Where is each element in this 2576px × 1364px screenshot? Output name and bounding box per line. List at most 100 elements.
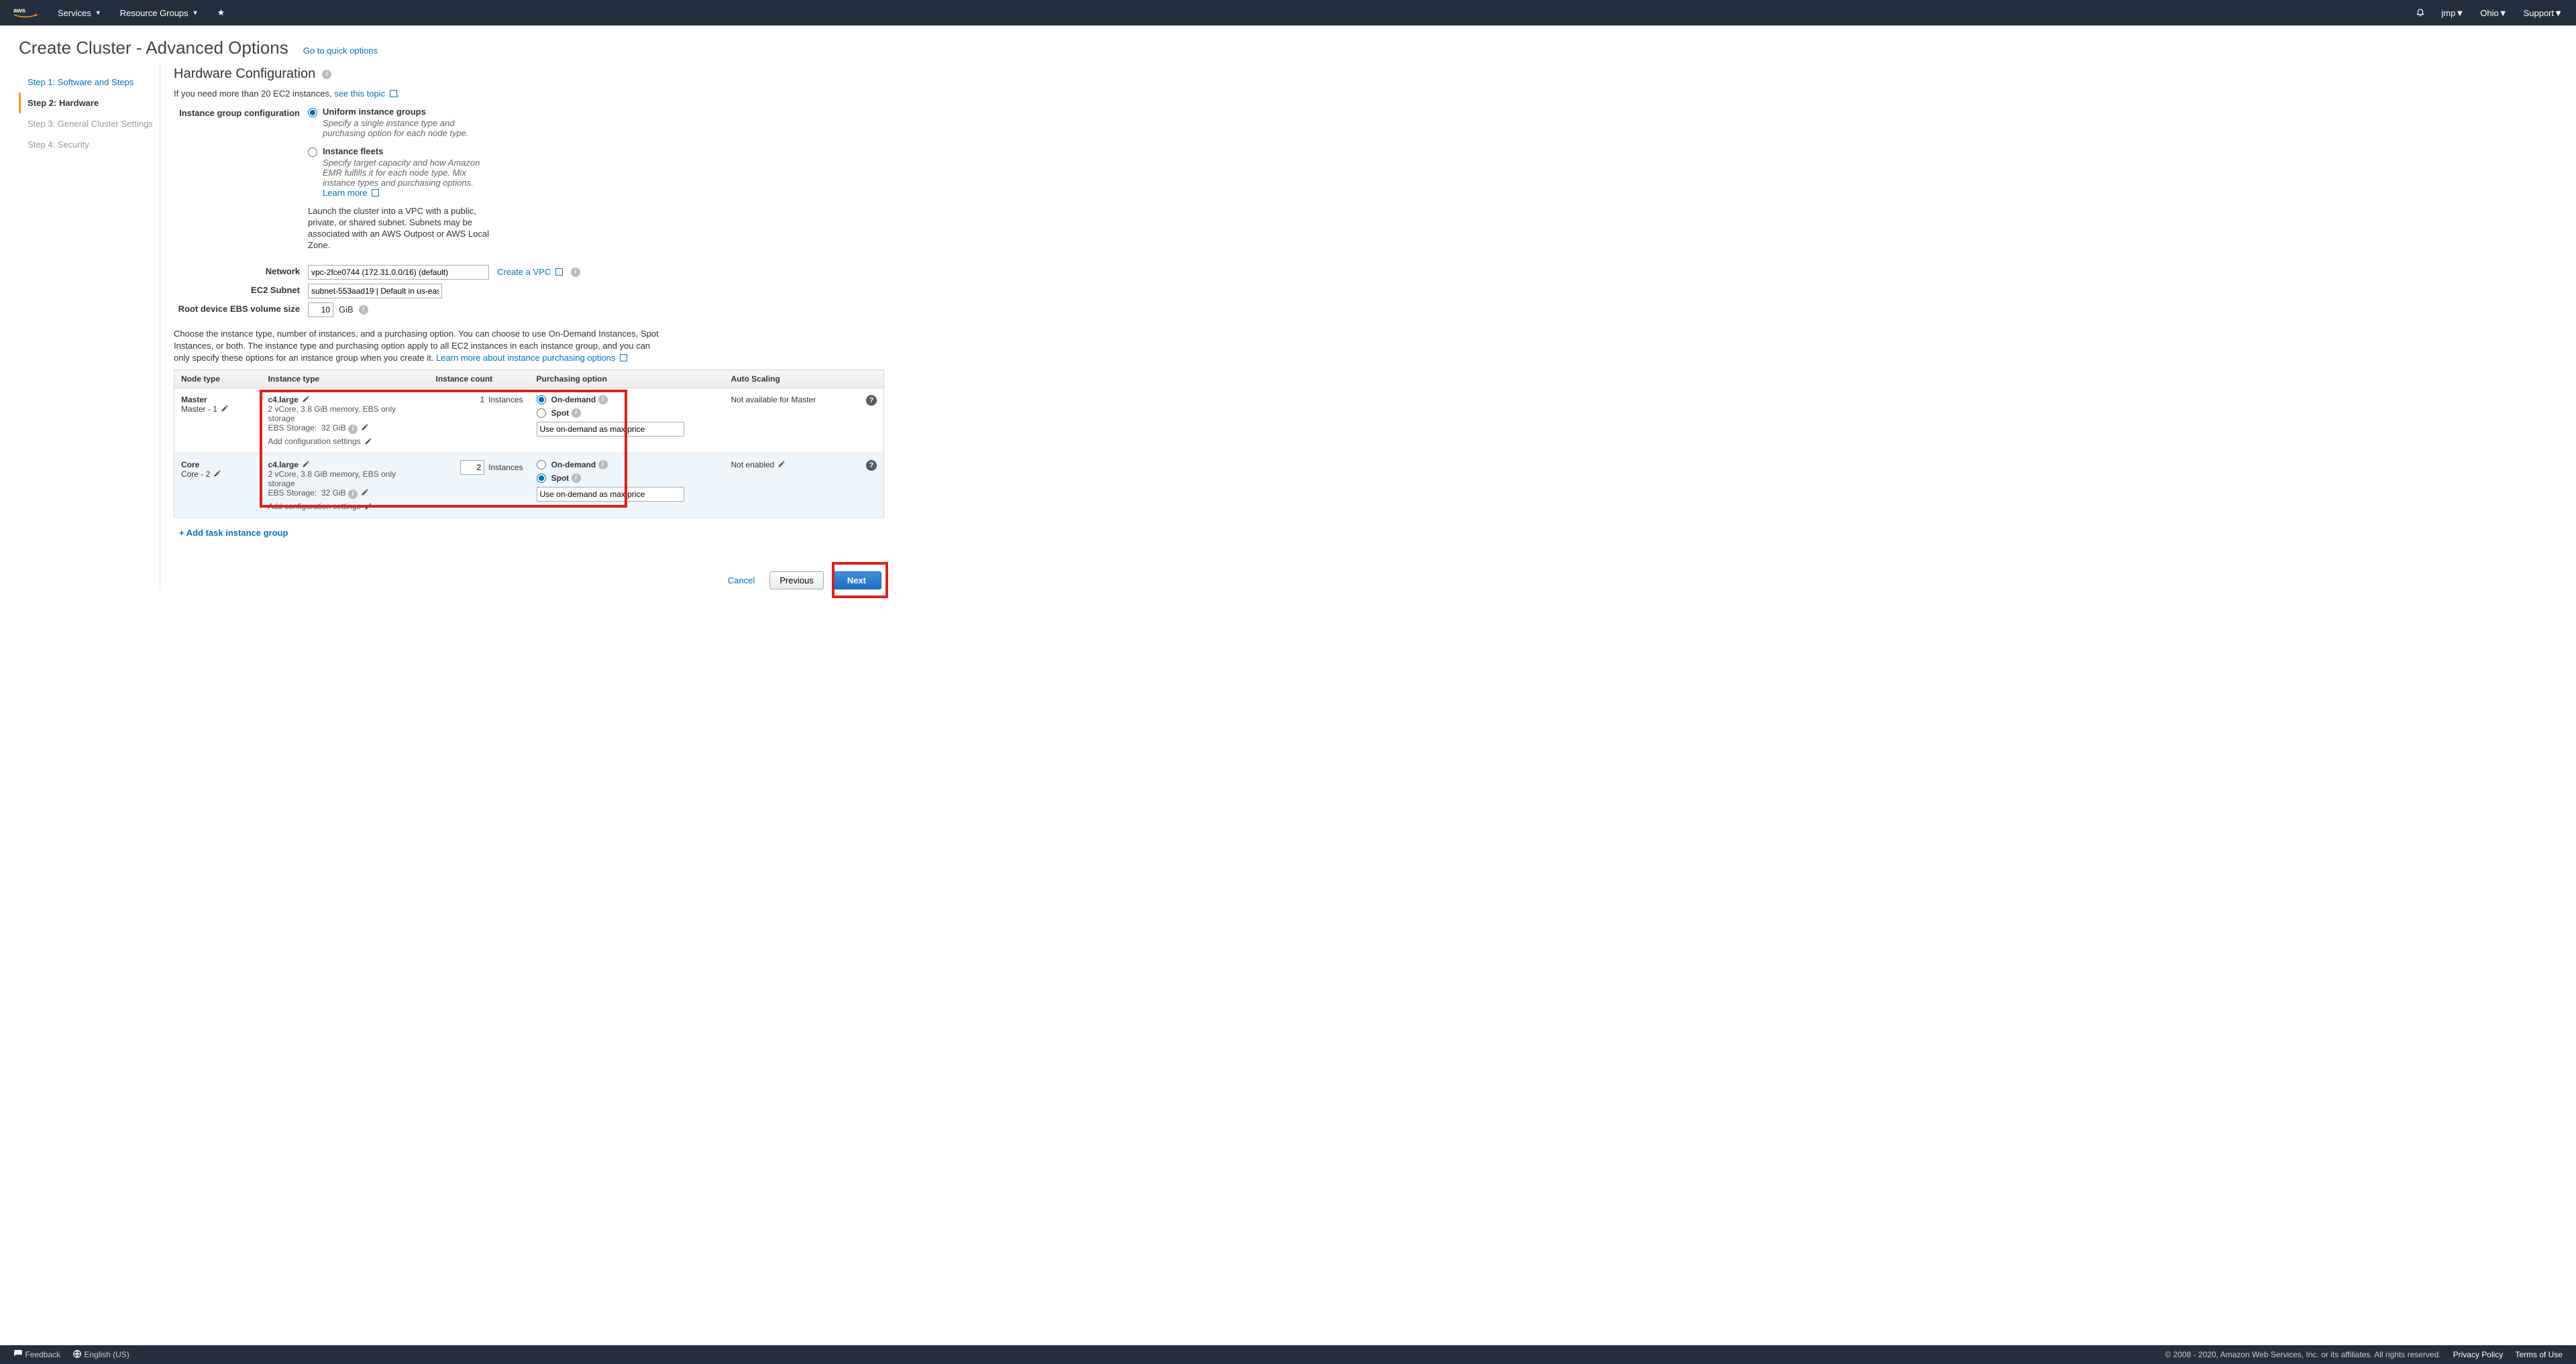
master-add-config[interactable]: Add configuration settings [268,437,372,446]
add-task-instance-group[interactable]: + Add task instance group [179,528,884,538]
core-ondemand-label: On-demand [551,460,596,469]
wizard-steps-sidebar: Step 1: Software and Steps Step 2: Hardw… [19,64,160,589]
master-node-title: Master [181,395,207,404]
subnet-label: EC2 Subnet [174,284,308,298]
step-4[interactable]: Step 4: Security [19,134,160,155]
aws-logo[interactable]: aws [13,5,38,21]
feedback-link[interactable]: Feedback [13,1349,60,1361]
svg-text:aws: aws [13,7,25,14]
quick-options-link[interactable]: Go to quick options [303,46,378,56]
next-button[interactable]: Next [832,571,881,589]
master-count: 1 [480,395,484,404]
root-vol-input[interactable] [308,302,333,317]
master-node-sub: Master - 1 [181,404,217,414]
core-ispecs: 2 vCore, 3.8 GiB memory, EBS only storag… [268,469,423,488]
pencil-icon[interactable] [361,488,369,496]
copyright-text: © 2008 - 2020, Amazon Web Services, Inc.… [2165,1350,2440,1359]
col-node-type: Node type [174,370,262,388]
learn-more-fleets[interactable]: Learn more [323,188,379,198]
uniform-groups-title: Uniform instance groups [323,107,426,117]
uniform-groups-desc: Specify a single instance type and purch… [323,118,497,138]
purchasing-paragraph: Choose the instance type, number of inst… [174,328,663,365]
learn-more-purchasing[interactable]: Learn more about instance purchasing opt… [436,353,627,363]
master-ondemand-label: On-demand [551,395,596,404]
col-purchasing: Purchasing option [530,370,724,388]
section-heading: Hardware Configuration i [174,66,884,82]
see-topic-link[interactable]: see this topic [334,89,397,99]
step-3[interactable]: Step 3: General Cluster Settings [19,113,160,134]
col-auto-scaling: Auto Scaling [724,370,860,388]
core-ondemand-radio[interactable] [537,460,546,469]
notifications-bell[interactable] [2416,7,2425,19]
chevron-down-icon: ▼ [193,9,199,16]
core-spot-radio[interactable] [537,473,546,483]
master-ebs: EBS Storage: 32 GiB [268,423,346,433]
nav-region[interactable]: Ohio▼ [2480,8,2507,18]
info-icon[interactable]: i [322,70,331,79]
radio-instance-fleets[interactable] [308,148,317,157]
page-header: Create Cluster - Advanced Options Go to … [0,25,2576,64]
igc-label: Instance group configuration [174,107,308,261]
help-icon[interactable]: ? [866,395,877,406]
info-icon[interactable]: i [348,490,358,499]
terms-of-use-link[interactable]: Terms of Use [2515,1350,2563,1359]
chevron-down-icon: ▼ [95,9,101,16]
privacy-policy-link[interactable]: Privacy Policy [2453,1350,2504,1359]
master-spot-label: Spot [551,408,570,418]
master-spot-radio[interactable] [537,408,546,418]
vpc-note: Launch the cluster into a VPC with a pub… [308,206,502,251]
previous-button[interactable]: Previous [769,571,824,589]
master-ispecs: 2 vCore, 3.8 GiB memory, EBS only storag… [268,404,423,423]
core-autoscale: Not enabled [731,460,775,469]
info-icon[interactable]: i [598,395,608,404]
create-vpc-link[interactable]: Create a VPC [497,267,563,277]
core-add-config[interactable]: Add configuration settings [268,502,372,511]
pencil-icon[interactable] [302,395,310,403]
root-vol-label: Root device EBS volume size [174,302,308,317]
master-autoscale: Not available for Master [731,395,816,404]
cancel-button[interactable]: Cancel [721,571,761,589]
top-nav: aws Services▼ Resource Groups▼ ★ jmp▼ Oh… [0,0,2576,25]
nav-resource-groups[interactable]: Resource Groups▼ [120,8,199,18]
gib-label: GiB [339,304,354,315]
pencil-icon[interactable] [777,460,786,468]
core-count-input[interactable] [460,460,484,475]
network-select[interactable]: vpc-2fce0744 (172.31.0.0/16) (default) [308,265,489,280]
subnet-select[interactable]: subnet-553aad19 | Default in us-east-2c [308,284,442,298]
language-selector[interactable]: English (US) [72,1349,129,1361]
pencil-icon[interactable] [213,469,221,477]
instance-fleets-desc: Specify target capacity and how Amazon E… [323,158,497,198]
pin-icon[interactable]: ★ [217,7,225,18]
info-icon[interactable]: i [572,473,581,483]
footer-bar: Feedback English (US) © 2008 - 2020, Ama… [0,1345,2576,1364]
pencil-icon [364,437,372,445]
nav-user[interactable]: jmp▼ [2441,8,2464,18]
external-link-icon [620,354,627,361]
instance-groups-table: Node type Instance type Instance count P… [174,370,884,518]
info-icon[interactable]: i [359,305,368,315]
pencil-icon[interactable] [361,423,369,431]
nav-services[interactable]: Services▼ [58,8,101,18]
info-icon[interactable]: i [572,408,581,418]
info-icon[interactable]: i [571,268,580,277]
pencil-icon[interactable] [221,404,229,412]
info-icon[interactable]: i [348,424,358,434]
external-link-icon [555,268,563,276]
chevron-down-icon: ▼ [2455,8,2464,18]
content-area: Hardware Configuration i If you need mor… [160,64,884,589]
external-link-icon [390,90,397,97]
step-2[interactable]: Step 2: Hardware [19,93,160,113]
master-ondemand-radio[interactable] [537,395,546,404]
help-icon[interactable]: ? [866,460,877,471]
nav-support[interactable]: Support▼ [2524,8,2563,18]
step-1[interactable]: Step 1: Software and Steps [19,72,160,93]
master-price-select[interactable]: Use on-demand as max price [537,422,684,437]
core-price-select[interactable]: Use on-demand as max price [537,487,684,502]
instance-fleets-title: Instance fleets [323,146,383,156]
core-node-title: Core [181,460,199,469]
instances-label: Instances [488,463,523,472]
radio-uniform-groups[interactable] [308,108,317,117]
row-core: Core Core - 2 c4.large 2 vCore, 3.8 GiB … [174,453,884,518]
pencil-icon[interactable] [302,460,310,468]
info-icon[interactable]: i [598,460,608,469]
